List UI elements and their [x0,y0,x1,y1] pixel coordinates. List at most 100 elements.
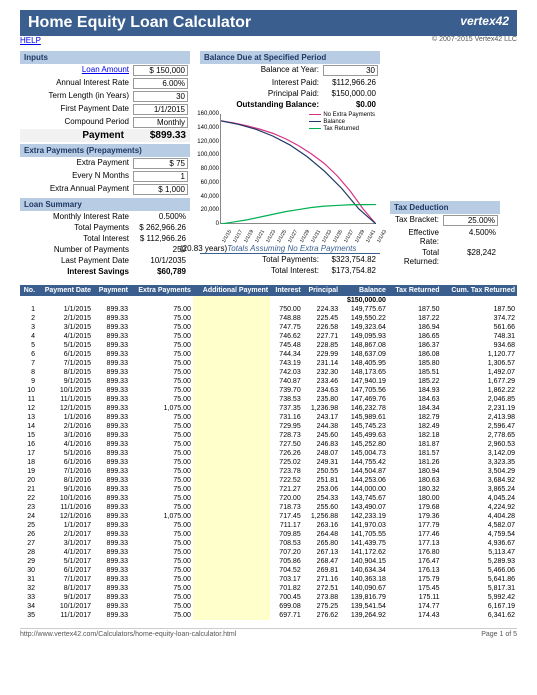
cell: 3,323.35 [442,458,517,467]
cell: 9 [20,377,37,386]
cell [20,296,37,305]
balance-header: Balance Due at Specified Period [200,51,380,64]
cell: 144,000.00 [340,485,388,494]
cell: 5,817.31 [442,584,517,593]
cell: 899.33 [93,494,130,503]
cell [193,566,270,575]
cell: 12/1/2016 [37,512,93,521]
table-row: 3511/1/2017899.3375.00697.71276.62139,26… [20,611,517,620]
page-title: Home Equity Loan Calculator vertex42 [20,10,517,36]
cell: 20 [20,476,37,485]
extra-annual-input[interactable]: $ 1,000 [133,184,188,195]
cell: 6,341.62 [442,611,517,620]
extra-payment-input[interactable]: $ 75 [133,158,188,169]
cell: 180.94 [388,467,442,476]
cell: 717.45 [270,512,303,521]
cell: 75.00 [130,377,193,386]
middle-column: Balance Due at Specified Period Balance … [200,51,380,277]
cell: 149,323.64 [340,323,388,332]
cell: 750.00 [270,305,303,314]
npay-years: (20.83 years) [180,244,227,253]
loan-amount-input[interactable]: $ 150,000 [133,65,188,76]
cell: 140,363.18 [340,575,388,584]
totals-header: Totals Assuming No Extra Payments [200,244,380,254]
cell: 147,940.19 [340,377,388,386]
total-returned-value: $28,242 [443,248,498,266]
cell: 4/1/2015 [37,332,93,341]
cell [193,611,270,620]
page-footer: http://www.vertex42.com/Calculators/home… [20,628,517,638]
cell: 899.33 [93,530,130,539]
cell: 144,755.42 [340,458,388,467]
cell: 225.45 [303,314,340,323]
cell: 1,677.29 [442,377,517,386]
table-row: 2412/1/2016899.331,075.00717.451,256.881… [20,512,517,521]
cell: 899.33 [93,350,130,359]
mrate-label: Monthly Interest Rate [22,212,133,221]
cell: 8/1/2016 [37,476,93,485]
cell: 718.73 [270,503,303,512]
cell: 3,684.92 [442,476,517,485]
cell: 174.43 [388,611,442,620]
cell: 2/1/2015 [37,314,93,323]
cell: 1,075.00 [130,512,193,521]
totals-tp-label: Total Payments: [202,255,323,264]
cell: 34 [20,602,37,611]
cell [193,377,270,386]
cell: 33 [20,593,37,602]
cell: 31 [20,575,37,584]
cell: 11/1/2015 [37,395,93,404]
cell: 232.30 [303,368,340,377]
table-body: $150,000.0011/1/2015899.3375.00750.00224… [20,296,517,620]
cell: 145,745.23 [340,422,388,431]
balance-at-input[interactable]: 30 [323,65,378,76]
cell: 899.33 [93,458,130,467]
cell: 705.86 [270,557,303,566]
chart-plot [221,114,376,224]
cell: 145,252.80 [340,440,388,449]
cell: 27 [20,539,37,548]
cell: 149,095.93 [340,332,388,341]
cell: 899.33 [93,593,130,602]
cell: 29 [20,557,37,566]
logo: vertex42 [460,14,509,28]
first-date-input[interactable]: 1/1/2015 [133,104,188,115]
cell: 5/1/2016 [37,449,93,458]
cell: 8/1/2015 [37,368,93,377]
tax-bracket-input[interactable]: 25.00% [443,215,498,226]
cell: 226.58 [303,323,340,332]
cell: 179.68 [388,503,442,512]
cell: 899.33 [93,386,130,395]
cell: 75.00 [130,521,193,530]
table-row: 44/1/2015899.3375.00746.62227.71149,095.… [20,332,517,341]
cell: 711.17 [270,521,303,530]
cell [193,575,270,584]
cell: 147,469.76 [340,395,388,404]
table-row: 55/1/2015899.3375.00745.48228.85148,867.… [20,341,517,350]
cell: 180.63 [388,476,442,485]
rate-input[interactable]: 6.00% [133,78,188,89]
cell: 899.33 [93,368,130,377]
save-value: $60,789 [133,267,188,276]
every-n-input[interactable]: 1 [133,171,188,182]
term-input[interactable]: 30 [133,91,188,102]
page: Home Equity Loan Calculator vertex42 HEL… [0,0,537,648]
cell: 12 [20,404,37,413]
cell: 276.62 [303,611,340,620]
compound-input[interactable]: Monthly [133,117,188,128]
cell: 268.47 [303,557,340,566]
cell [193,404,270,413]
cell: 12/1/2015 [37,404,93,413]
cell: 899.33 [93,548,130,557]
table-row: 251/1/2017899.3375.00711.17263.16141,970… [20,521,517,530]
table-row: 295/1/2017899.3375.00705.86268.47140,904… [20,557,517,566]
rate-label: Annual Interest Rate [22,78,133,89]
cell: 11/1/2016 [37,503,93,512]
cell: 255.60 [303,503,340,512]
interest-paid-label: Interest Paid: [202,78,323,87]
cell: 697.71 [270,611,303,620]
cell [193,386,270,395]
help-link[interactable]: HELP [20,36,41,45]
cell: 1/1/2017 [37,521,93,530]
cell: 265.80 [303,539,340,548]
